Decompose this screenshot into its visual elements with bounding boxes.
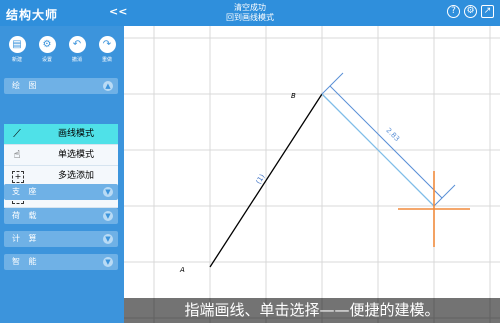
settings-label: 设置 — [41, 57, 52, 63]
grid — [124, 26, 500, 323]
section-calc-label: 计 算 — [12, 234, 40, 243]
drawing-canvas[interactable]: A B (1) 2.83 — [124, 26, 500, 323]
crosshair-cursor — [398, 171, 470, 247]
file-icon: ▤ — [8, 36, 26, 53]
caption-overlay: 指端画线、单击选择——便捷的建模。 — [124, 298, 500, 323]
redo-button[interactable]: ↷ 重做 — [98, 36, 116, 76]
settings-button[interactable]: ⚙ 设置 — [38, 36, 56, 76]
member-label: (1) — [254, 173, 266, 186]
mode-single-select[interactable]: ☝ 单选模式 — [4, 145, 118, 166]
mode-draw-line[interactable]: ⟋ 画线模式 — [4, 124, 118, 145]
hand-pointer-icon: ☝ — [13, 148, 21, 161]
top-bar: 结构大师 << 清空成功 回到画线模式 ? ⚙ ↗ — [0, 0, 500, 26]
sidebar: ▤ 新建 ⚙ 设置 ↶ 撤消 ↷ 重做 绘 图 ▲ ⟋ 画线模式 ☝ 单选模式 … — [0, 26, 124, 323]
mode-label: 多选添加 — [58, 171, 95, 181]
canvas-svg[interactable]: A B (1) 2.83 — [124, 26, 500, 323]
select-add-icon: + — [12, 171, 24, 183]
help-icon[interactable]: ? — [447, 5, 460, 18]
chevron-down-icon: ▼ — [103, 187, 113, 197]
chevron-up-icon: ▲ — [103, 81, 113, 91]
new-button[interactable]: ▤ 新建 — [8, 36, 26, 76]
section-calc[interactable]: 计 算 ▼ — [4, 231, 118, 247]
section-draw[interactable]: 绘 图 ▲ — [4, 78, 118, 94]
section-load[interactable]: 荷 载 ▼ — [4, 208, 118, 224]
redo-label: 重做 — [101, 57, 112, 63]
section-load-label: 荷 载 — [12, 211, 40, 220]
chevron-down-icon: ▼ — [103, 211, 113, 221]
toolbar: ▤ 新建 ⚙ 设置 ↶ 撤消 ↷ 重做 — [0, 26, 124, 76]
section-support[interactable]: 支 座 ▼ — [4, 184, 118, 200]
section-draw-label: 绘 图 — [12, 81, 40, 90]
section-smart[interactable]: 智 能 ▼ — [4, 254, 118, 270]
node-b-label: B — [291, 92, 296, 100]
dimension-line — [321, 72, 456, 207]
pencil-icon: ⟋ — [13, 127, 21, 140]
undo-button[interactable]: ↶ 撤消 — [68, 36, 86, 76]
mode-label: 单选模式 — [58, 150, 95, 160]
new-label: 新建 — [11, 57, 22, 63]
export-icon[interactable]: ↗ — [481, 5, 494, 18]
node-a-label: A — [179, 266, 185, 274]
redo-icon: ↷ — [98, 36, 116, 53]
chevron-down-icon: ▼ — [103, 234, 113, 244]
settings-icon: ⚙ — [38, 36, 56, 53]
undo-label: 撤消 — [71, 57, 82, 63]
mode-label: 画线模式 — [58, 129, 95, 139]
chevron-down-icon: ▼ — [103, 257, 113, 267]
undo-icon: ↶ — [68, 36, 86, 53]
section-smart-label: 智 能 — [12, 257, 40, 266]
gear-icon[interactable]: ⚙ — [464, 5, 477, 18]
section-support-label: 支 座 — [12, 187, 40, 196]
status-submessage: 回到画线模式 — [226, 13, 274, 22]
status-message: 清空成功 — [234, 3, 266, 12]
dimension-label: 2.83 — [384, 126, 401, 143]
